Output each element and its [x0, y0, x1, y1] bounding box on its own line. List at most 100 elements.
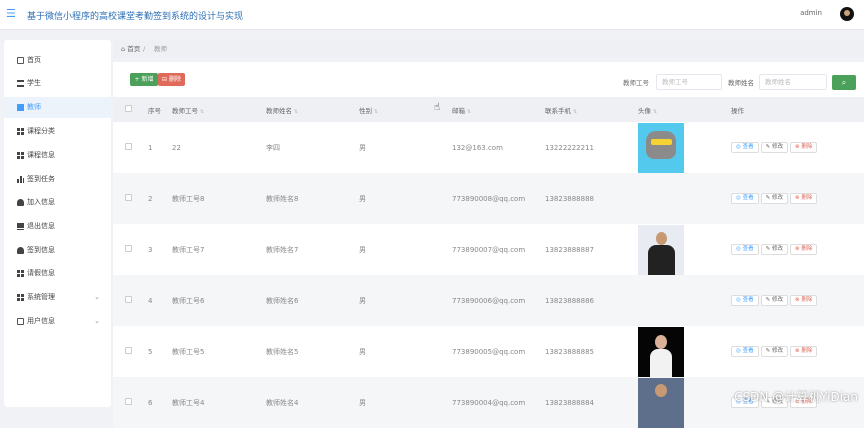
cell-phone: 13823888885 [545, 326, 638, 377]
row-checkbox[interactable] [125, 347, 132, 354]
teacher-table: 序号 教师工号⇅ 教师姓名⇅ 性别⇅ 邮箱⇅ 联系手机⇅ 头像⇅ 操作 1 22… [113, 97, 864, 428]
search-button[interactable]: ⌕ [832, 75, 856, 90]
row-checkbox[interactable] [125, 194, 132, 201]
sidebar-item-students[interactable]: 学生 [4, 73, 111, 94]
search-icon: ⌕ [842, 78, 846, 87]
chevron-down-icon: ⌄ [94, 311, 100, 332]
monitor-icon [17, 223, 24, 230]
sidebar-item-checkin-info[interactable]: 签到信息 [4, 240, 111, 261]
grid-icon [17, 152, 24, 159]
list-icon [17, 80, 24, 87]
grid-icon [17, 294, 24, 301]
sort-icon: ⇅ [573, 109, 577, 115]
delete-row-button[interactable]: ⊗ 删除 [790, 346, 817, 357]
teacher-name-input[interactable]: 教师姓名 [759, 74, 827, 90]
row-checkbox[interactable] [125, 398, 132, 405]
column-header-teacher-name[interactable]: 教师姓名⇅ [266, 97, 359, 122]
edit-button[interactable]: ✎ 修改 [761, 295, 788, 306]
cell-teacher-name: 李四 [266, 122, 359, 173]
sidebar-item-user-info[interactable]: 用户信息⌄ [4, 311, 111, 332]
select-all-checkbox[interactable] [125, 105, 132, 112]
sidebar-item-course-categories[interactable]: 课程分类 [4, 121, 111, 142]
view-button[interactable]: ◎ 查看 [731, 295, 759, 306]
teacher-name-label: 教师姓名 [728, 77, 754, 87]
cell-index: 3 [148, 224, 172, 275]
cell-email: 773890005@qq.com [452, 326, 545, 377]
view-button[interactable]: ◎ 查看 [731, 244, 759, 255]
sort-icon: ⇅ [467, 109, 471, 115]
bar-chart-icon [17, 176, 24, 183]
delete-row-button[interactable]: ⊗ 删除 [790, 193, 817, 204]
column-header-teacher-id[interactable]: 教师工号⇅ [172, 97, 266, 122]
table-row: 2 教师工号8 教师姓名8 男 773890008@qq.com 1382388… [113, 173, 864, 224]
cell-teacher-id: 教师工号7 [172, 224, 266, 275]
edit-button[interactable]: ✎ 修改 [761, 346, 788, 357]
delete-row-button[interactable]: ⊗ 删除 [790, 142, 817, 153]
cell-index: 2 [148, 173, 172, 224]
sort-icon: ⇅ [653, 109, 657, 115]
cell-gender: 男 [359, 377, 452, 428]
cell-index: 5 [148, 326, 172, 377]
view-button[interactable]: ◎ 查看 [731, 193, 759, 204]
column-header-actions: 操作 [731, 97, 864, 122]
breadcrumb-current: 教师 [154, 40, 167, 58]
sidebar-item-checkin-tasks[interactable]: 签到任务 [4, 169, 111, 190]
table-row: 3 教师工号7 教师姓名7 男 773890007@qq.com 1382388… [113, 224, 864, 275]
cell-teacher-name: 教师姓名5 [266, 326, 359, 377]
breadcrumb-home[interactable]: ⌂ 首页 [121, 40, 140, 58]
cell-phone: 13823888886 [545, 275, 638, 326]
column-header-email[interactable]: 邮箱⇅ [452, 97, 545, 122]
sidebar-item-leave-info[interactable]: 请假信息 [4, 263, 111, 284]
cell-gender: 男 [359, 275, 452, 326]
sidebar-item-system-management[interactable]: 系统管理⌄ [4, 287, 111, 308]
sort-icon: ⇅ [294, 109, 298, 115]
column-header-phone[interactable]: 联系手机⇅ [545, 97, 638, 122]
cell-phone: 13222222211 [545, 122, 638, 173]
view-button[interactable]: ◎ 查看 [731, 346, 759, 357]
cell-teacher-name: 教师姓名4 [266, 377, 359, 428]
sidebar-item-home[interactable]: 首页 [4, 50, 111, 71]
cell-teacher-id: 教师工号8 [172, 173, 266, 224]
cell-index: 4 [148, 275, 172, 326]
sort-icon: ⇅ [200, 109, 204, 115]
delete-row-button[interactable]: ⊗ 删除 [790, 295, 817, 306]
cell-gender: 男 [359, 224, 452, 275]
sidebar-item-course-info[interactable]: 课程信息 [4, 145, 111, 166]
delete-row-button[interactable]: ⊗ 删除 [790, 244, 817, 255]
row-checkbox[interactable] [125, 296, 132, 303]
chevron-down-icon: ⌄ [94, 287, 100, 308]
edit-button[interactable]: ✎ 修改 [761, 193, 788, 204]
avatar-image [638, 378, 684, 428]
cell-teacher-name: 教师姓名7 [266, 224, 359, 275]
view-button[interactable]: ◎ 查看 [731, 142, 759, 153]
cell-gender: 男 [359, 173, 452, 224]
cell-index: 6 [148, 377, 172, 428]
cell-phone: 13823888887 [545, 224, 638, 275]
row-checkbox[interactable] [125, 143, 132, 150]
cell-teacher-id: 教师工号5 [172, 326, 266, 377]
edit-button[interactable]: ✎ 修改 [761, 142, 788, 153]
grid-icon [17, 128, 24, 135]
menu-toggle-icon[interactable]: ☰ [6, 7, 20, 21]
avatar-image [638, 123, 684, 173]
edit-button[interactable]: ✎ 修改 [761, 244, 788, 255]
person-icon [17, 247, 24, 254]
cell-teacher-name: 教师姓名8 [266, 173, 359, 224]
username[interactable]: admin [800, 9, 822, 17]
delete-button[interactable]: ⊟ 删除 [158, 73, 185, 86]
add-button[interactable]: + 新增 [130, 73, 158, 86]
column-header-avatar[interactable]: 头像⇅ [638, 97, 731, 122]
cell-teacher-name: 教师姓名6 [266, 275, 359, 326]
mouse-cursor-icon: ☝ [434, 102, 440, 113]
sidebar-item-teachers[interactable]: 教师 [4, 97, 111, 118]
sidebar-item-join-info[interactable]: 加入信息 [4, 192, 111, 213]
teacher-id-label: 教师工号 [623, 77, 649, 87]
cell-phone: 13823888884 [545, 377, 638, 428]
table-row: 4 教师工号6 教师姓名6 男 773890006@qq.com 1382388… [113, 275, 864, 326]
user-avatar[interactable] [840, 7, 854, 21]
cell-teacher-id: 22 [172, 122, 266, 173]
sidebar-item-exit-info[interactable]: 退出信息 [4, 216, 111, 237]
teacher-id-input[interactable]: 教师工号 [656, 74, 722, 90]
row-checkbox[interactable] [125, 245, 132, 252]
cell-email: 773890008@qq.com [452, 173, 545, 224]
